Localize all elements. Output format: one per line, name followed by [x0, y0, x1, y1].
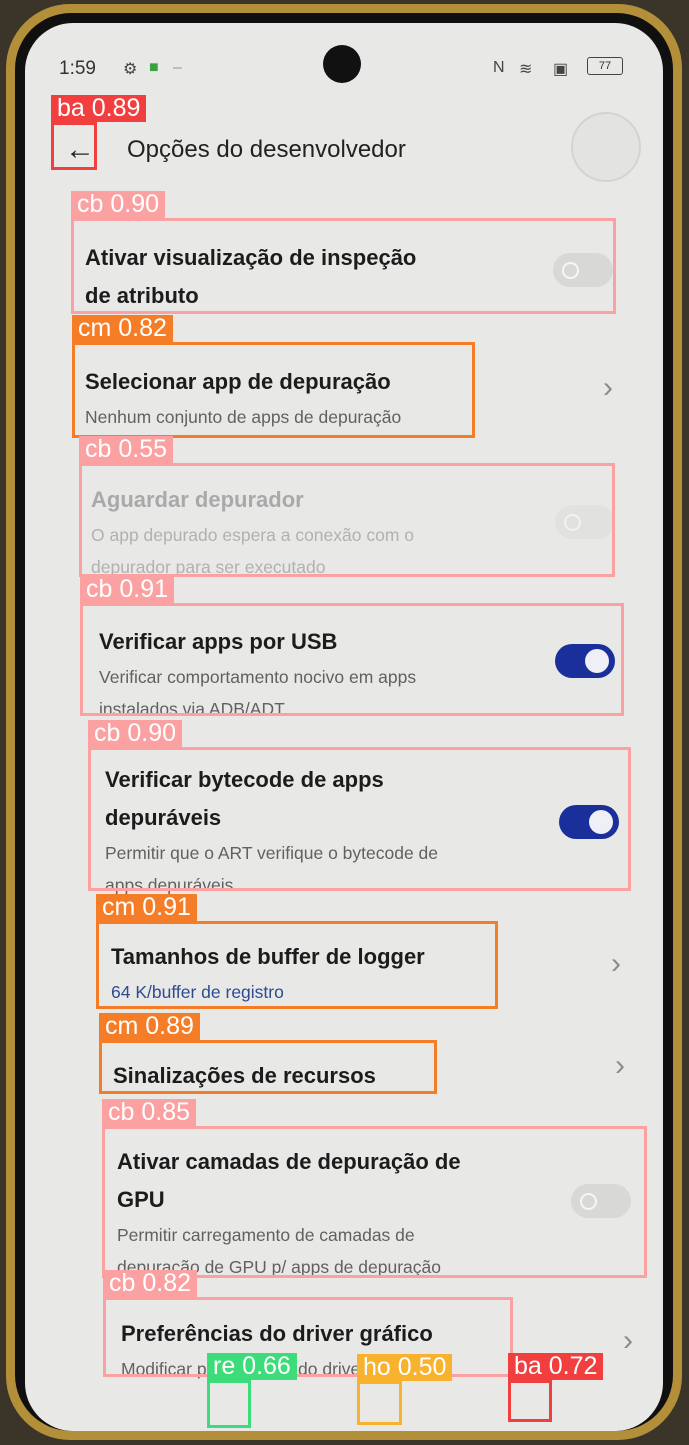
detection-label: cb 0.91 [80, 576, 175, 603]
chevron-right-icon: › [623, 1324, 633, 1357]
wifi-icon: ≋ [519, 61, 533, 78]
detection-box-home: ho 0.50 [357, 1354, 453, 1425]
detection-label: ba 0.89 [51, 95, 147, 122]
detection-label: cm 0.89 [99, 1013, 200, 1040]
nfc-icon: N [493, 59, 505, 76]
battery-icon: 77 [587, 57, 623, 75]
detection-box-recent: re 0.66 [207, 1353, 297, 1428]
settings-gear-icon: ⚙ [123, 61, 138, 78]
detection-box: cb 0.90 [71, 191, 616, 314]
front-camera [323, 45, 361, 83]
status-bar: 1:59 ⚙ ■ – N ≋ ▣ 77 [25, 23, 663, 83]
page-title: Opções do desenvolvedor [127, 136, 406, 163]
chevron-right-icon: › [615, 1049, 625, 1082]
detection-label: ho 0.50 [357, 1354, 453, 1381]
detection-label: cb 0.85 [102, 1099, 197, 1126]
chevron-right-icon: › [611, 947, 621, 980]
detection-box: cm 0.89 [99, 1013, 437, 1094]
detection-label: ba 0.72 [508, 1353, 604, 1380]
detection-box: cb 0.91 [80, 576, 624, 716]
detection-box: cb 0.90 [88, 720, 631, 891]
detection-box-back: ba 0.89 [51, 95, 147, 170]
status-time: 1:59 [59, 58, 96, 79]
detection-box: cb 0.55 [79, 436, 615, 577]
detection-label: cm 0.91 [96, 894, 197, 921]
detection-label: re 0.66 [207, 1353, 297, 1380]
app-notification-icon: ■ [149, 59, 159, 76]
detection-box: cm 0.82 [72, 315, 475, 438]
sim-icon: ▣ [553, 61, 569, 78]
detection-box: cb 0.85 [102, 1099, 647, 1278]
detection-box-nav-back: ba 0.72 [508, 1353, 604, 1422]
detection-label: cm 0.82 [72, 315, 173, 342]
floating-circle-button[interactable] [571, 112, 641, 182]
detection-label: cb 0.55 [79, 436, 174, 463]
chevron-right-icon: › [603, 371, 613, 404]
detection-label: cb 0.90 [71, 191, 166, 218]
detection-label: cb 0.90 [88, 720, 183, 747]
detection-label: cb 0.82 [103, 1270, 198, 1297]
detection-box: cm 0.91 [96, 894, 498, 1009]
dash-icon: – [173, 59, 182, 76]
